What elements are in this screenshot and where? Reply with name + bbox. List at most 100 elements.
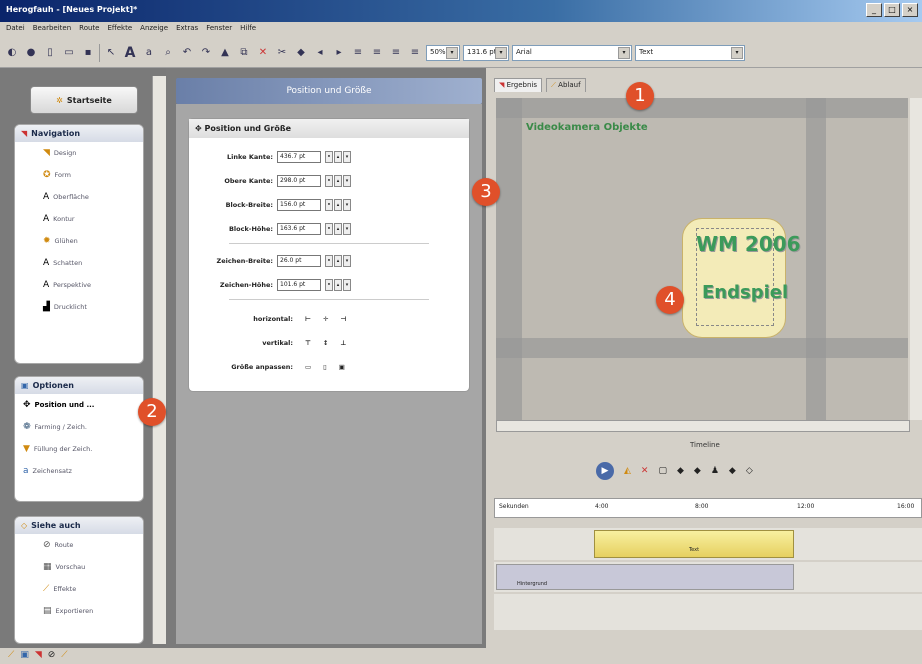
- play-icon[interactable]: ▶: [596, 462, 614, 480]
- canvas-vscrollbar[interactable]: [910, 98, 922, 420]
- char-width-input[interactable]: 26.0 pt: [277, 255, 321, 267]
- align-left-icon[interactable]: ≡: [350, 45, 366, 61]
- option-item-color[interactable]: ❁ Farming / Zeich.: [15, 416, 143, 438]
- align-h-center-icon[interactable]: ✛: [323, 315, 328, 323]
- nav-item-contour[interactable]: A Kontur: [15, 208, 143, 230]
- background-clip[interactable]: Hintergrund: [496, 564, 794, 590]
- paint-icon[interactable]: ▲: [217, 45, 233, 61]
- document-icon[interactable]: ▯: [42, 45, 58, 61]
- block-height-spinner[interactable]: • ▴ ▾: [325, 223, 351, 235]
- align-v-top-icon[interactable]: ⊤: [305, 339, 311, 347]
- save-icon[interactable]: ▪: [80, 45, 96, 61]
- align-h-right-icon[interactable]: ⊣: [340, 315, 346, 323]
- left-edge-spinner[interactable]: • ▴ ▾: [325, 151, 351, 163]
- align-right-icon[interactable]: ≡: [388, 45, 404, 61]
- menu-view[interactable]: Anzeige: [140, 24, 168, 36]
- align-h-left-icon[interactable]: ⊢: [305, 315, 311, 323]
- char-height-input[interactable]: 101.6 pt: [277, 279, 321, 291]
- nav-item-pressure[interactable]: ▟ Drucklicht: [15, 296, 143, 318]
- top-edge-spinner[interactable]: • ▴ ▾: [325, 175, 351, 187]
- block-width-spinner[interactable]: • ▴ ▾: [325, 199, 351, 211]
- tab-result[interactable]: ◥ Ergebnis: [494, 78, 543, 92]
- menu-extras[interactable]: Extras: [176, 24, 198, 36]
- add-key-icon[interactable]: ◆: [694, 466, 701, 476]
- keyframe-icon[interactable]: ◭: [624, 466, 631, 476]
- see-also-header[interactable]: ◇ Siehe auch: [15, 517, 143, 534]
- open-icon[interactable]: ▭: [61, 45, 77, 61]
- nav-item-form[interactable]: ✪ Form: [15, 164, 143, 186]
- delete-key-icon[interactable]: ✕: [641, 466, 649, 476]
- menu-effects[interactable]: Effekte: [107, 24, 132, 36]
- fit-both-icon[interactable]: ▣: [339, 363, 345, 371]
- copy-icon[interactable]: ⧉: [236, 45, 252, 61]
- undo-icon[interactable]: ↶: [179, 45, 195, 61]
- minimize-button[interactable]: _: [866, 3, 882, 17]
- delete-icon[interactable]: ✕: [255, 45, 271, 61]
- prev-key-icon[interactable]: ◆: [677, 466, 684, 476]
- fit-width-icon[interactable]: ▭: [305, 363, 311, 371]
- option-item-position[interactable]: ✥ Position und ...: [15, 394, 143, 416]
- new-icon[interactable]: ◐: [4, 45, 20, 61]
- text-select[interactable]: Text ▾: [635, 44, 745, 61]
- zoom-select[interactable]: 50% ▾: [426, 44, 460, 61]
- start-button[interactable]: ✲ Startseite: [30, 86, 138, 114]
- end-key-icon[interactable]: ◇: [746, 466, 753, 476]
- redo-icon[interactable]: ↷: [198, 45, 214, 61]
- zoom-icon[interactable]: ⌕: [160, 45, 176, 61]
- route-small-icon[interactable]: ⊘: [48, 650, 56, 662]
- char-width-spinner[interactable]: • ▴ ▾: [325, 255, 351, 267]
- text-tool-icon[interactable]: a: [141, 45, 157, 61]
- option-item-charset[interactable]: a Zeichensatz: [15, 460, 143, 482]
- justify-icon[interactable]: ≡: [407, 45, 423, 61]
- option-item-fill[interactable]: ▼ Füllung der Zeich.: [15, 438, 143, 460]
- wand-icon[interactable]: ⟋: [8, 650, 14, 662]
- nav-item-perspective[interactable]: A Perspektive: [15, 274, 143, 296]
- tab-flow[interactable]: ⟋ Ablauf: [546, 78, 586, 92]
- timeline-clip[interactable]: Text: [594, 530, 794, 558]
- record-icon[interactable]: ●: [23, 45, 39, 61]
- block-width-input[interactable]: 156.0 pt: [277, 199, 321, 211]
- nav-item-glow[interactable]: ✹ Glühen: [15, 230, 143, 252]
- pointer-icon[interactable]: ↖: [103, 45, 119, 61]
- text-icon[interactable]: A: [122, 45, 138, 61]
- size-select[interactable]: 131.6 pt ▾: [463, 44, 509, 61]
- see-item-preview[interactable]: ▦ Vorschau: [15, 556, 143, 578]
- arrow-right-icon[interactable]: ▸: [331, 45, 347, 61]
- close-button[interactable]: ×: [902, 3, 918, 17]
- menu-window[interactable]: Fenster: [206, 24, 232, 36]
- see-item-route[interactable]: ⊘ Route: [15, 534, 143, 556]
- nav-item-design[interactable]: ◥ Design: [15, 142, 143, 164]
- block-height-input[interactable]: 163.6 pt: [277, 223, 321, 235]
- see-item-effects[interactable]: ⟋ Effekte: [15, 578, 143, 600]
- left-scrollbar[interactable]: [152, 76, 166, 644]
- maximize-button[interactable]: □: [884, 3, 900, 17]
- menu-file[interactable]: Datei: [6, 24, 25, 36]
- person-icon[interactable]: ♟: [711, 466, 719, 476]
- align-v-center-icon[interactable]: ↕: [323, 339, 328, 347]
- nav-item-shadow[interactable]: A Schatten: [15, 252, 143, 274]
- layout-icon[interactable]: ▣: [20, 650, 29, 662]
- see-item-export[interactable]: ▤ Exportieren: [15, 600, 143, 622]
- insert-icon[interactable]: ▢: [658, 466, 667, 476]
- char-height-spinner[interactable]: • ▴ ▾: [325, 279, 351, 291]
- effect-icon[interactable]: ◆: [293, 45, 309, 61]
- align-v-bottom-icon[interactable]: ⊥: [340, 339, 346, 347]
- cut-icon[interactable]: ✂: [274, 45, 290, 61]
- fit-height-icon[interactable]: ▯: [323, 363, 327, 371]
- font-select[interactable]: Arial ▾: [512, 44, 632, 61]
- options-header[interactable]: ▣ Optionen: [15, 377, 143, 394]
- next-key-icon[interactable]: ◆: [729, 466, 736, 476]
- arrow-left-icon[interactable]: ◂: [312, 45, 328, 61]
- align-center-icon[interactable]: ≡: [369, 45, 385, 61]
- top-edge-input[interactable]: 298.0 pt: [277, 175, 321, 187]
- preview-canvas[interactable]: Videokamera Objekte WM 2006 Endspiel: [496, 98, 908, 420]
- nav-item-surface[interactable]: A Oberfläche: [15, 186, 143, 208]
- menu-help[interactable]: Hilfe: [240, 24, 256, 36]
- menu-edit[interactable]: Bearbeiten: [33, 24, 71, 36]
- navigation-header[interactable]: ◥ Navigation: [15, 125, 143, 142]
- result-small-icon[interactable]: ◥: [35, 650, 42, 662]
- effects-small-icon[interactable]: ⟋: [61, 650, 67, 662]
- left-edge-input[interactable]: 436.7 pt: [277, 151, 321, 163]
- canvas-hscrollbar[interactable]: [496, 420, 910, 432]
- menu-route[interactable]: Route: [79, 24, 99, 36]
